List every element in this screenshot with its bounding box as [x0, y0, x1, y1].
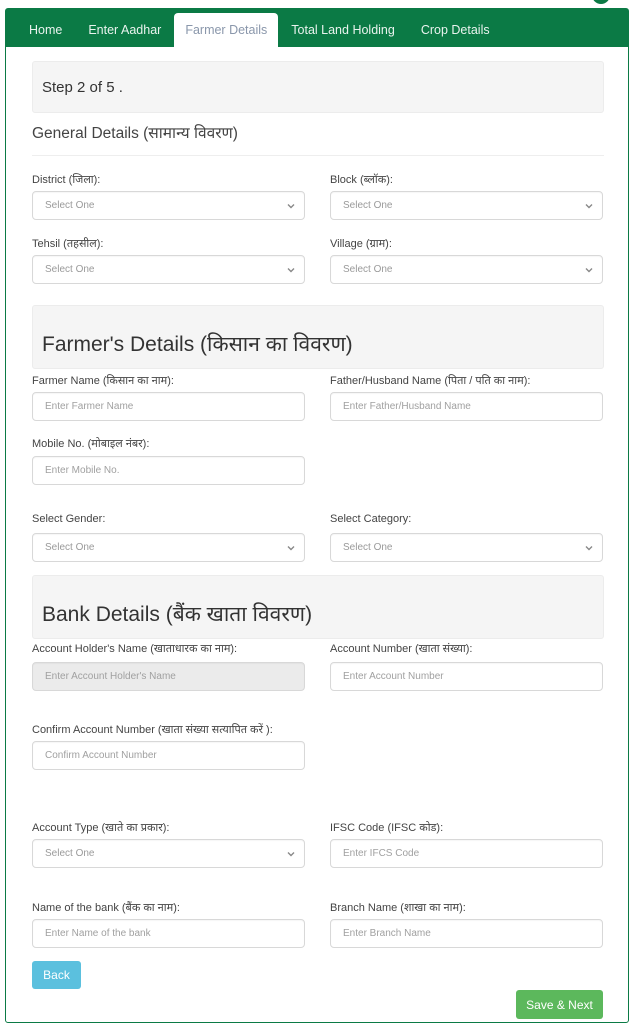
tehsil-label: Tehsil (तहसील): [32, 238, 104, 250]
bank-name-input[interactable] [32, 919, 305, 948]
chevron-down-icon [585, 545, 593, 550]
gender-select-value: Select One [45, 542, 95, 553]
category-label: Select Category: [330, 513, 412, 525]
village-select[interactable]: Select One [330, 255, 603, 284]
farmer-details-title: Farmer's Details (किसान का विवरण) [42, 333, 353, 356]
block-select[interactable]: Select One [330, 191, 603, 220]
village-label: Village (ग्राम): [330, 238, 392, 250]
divider [32, 155, 604, 156]
tab-farmer-details[interactable]: Farmer Details [174, 13, 279, 47]
account-type-select-value: Select One [45, 848, 95, 859]
tab-total-land-holding[interactable]: Total Land Holding [278, 13, 408, 47]
village-select-value: Select One [343, 264, 393, 275]
bank-details-title: Bank Details (बैंक खाता विवरण) [42, 603, 313, 626]
mobile-input[interactable] [32, 456, 305, 485]
bank-details-panel: Bank Details (बैंक खाता विवरण) [32, 575, 604, 639]
account-number-label: Account Number (खाता संख्या): [330, 643, 473, 655]
step-indicator: Step 2 of 5 . [32, 61, 604, 113]
district-label: District (जिला): [32, 174, 101, 186]
chevron-down-icon [287, 203, 295, 208]
chevron-down-icon [287, 851, 295, 856]
chevron-down-icon [585, 267, 593, 272]
branch-name-label: Branch Name (शाखा का नाम): [330, 902, 466, 914]
district-select[interactable]: Select One [32, 191, 305, 220]
father-name-label: Father/Husband Name (पिता / पति का नाम): [330, 375, 531, 387]
farmer-name-label: Farmer Name (किसान का नाम): [32, 375, 174, 387]
top-nav: Home Enter Aadhar Farmer Details Total L… [6, 9, 628, 47]
tehsil-select-value: Select One [45, 264, 95, 275]
ifsc-label: IFSC Code (IFSC कोड): [330, 822, 444, 834]
tab-enter-aadhar[interactable]: Enter Aadhar [75, 13, 174, 47]
general-details-title: General Details (सामान्य विवरण) [32, 125, 238, 142]
tehsil-select[interactable]: Select One [32, 255, 305, 284]
account-number-input[interactable] [330, 662, 603, 691]
category-select-value: Select One [343, 542, 393, 553]
tab-home[interactable]: Home [16, 13, 75, 47]
account-type-select[interactable]: Select One [32, 839, 305, 868]
father-name-input[interactable] [330, 392, 603, 421]
ifsc-input[interactable] [330, 839, 603, 868]
account-holder-input [32, 662, 305, 691]
gender-label: Select Gender: [32, 513, 106, 525]
district-select-value: Select One [45, 200, 95, 211]
confirm-account-label: Confirm Account Number (खाता संख्या सत्य… [32, 724, 273, 736]
chevron-down-icon [585, 203, 593, 208]
bank-name-label: Name of the bank (बैंक का नाम): [32, 902, 180, 914]
block-label: Block (ब्लॉक): [330, 174, 393, 186]
mobile-label: Mobile No. (मोबाइल नंबर): [32, 438, 150, 450]
form-container: Home Enter Aadhar Farmer Details Total L… [5, 8, 629, 1023]
account-type-label: Account Type (खाते का प्रकार): [32, 822, 170, 834]
gender-select[interactable]: Select One [32, 533, 305, 562]
step-text: Step 2 of 5 . [42, 79, 123, 96]
category-select[interactable]: Select One [330, 533, 603, 562]
farmer-details-panel: Farmer's Details (किसान का विवरण) [32, 305, 604, 369]
block-select-value: Select One [343, 200, 393, 211]
tab-crop-details[interactable]: Crop Details [408, 13, 503, 47]
back-button[interactable]: Back [32, 961, 81, 989]
account-holder-label: Account Holder's Name (खाताधारक का नाम): [32, 643, 238, 655]
farmer-name-input[interactable] [32, 392, 305, 421]
logo-icon [592, 0, 610, 4]
chevron-down-icon [287, 267, 295, 272]
chevron-down-icon [287, 545, 295, 550]
branch-name-input[interactable] [330, 919, 603, 948]
confirm-account-input[interactable] [32, 741, 305, 770]
save-next-button[interactable]: Save & Next [516, 990, 603, 1019]
